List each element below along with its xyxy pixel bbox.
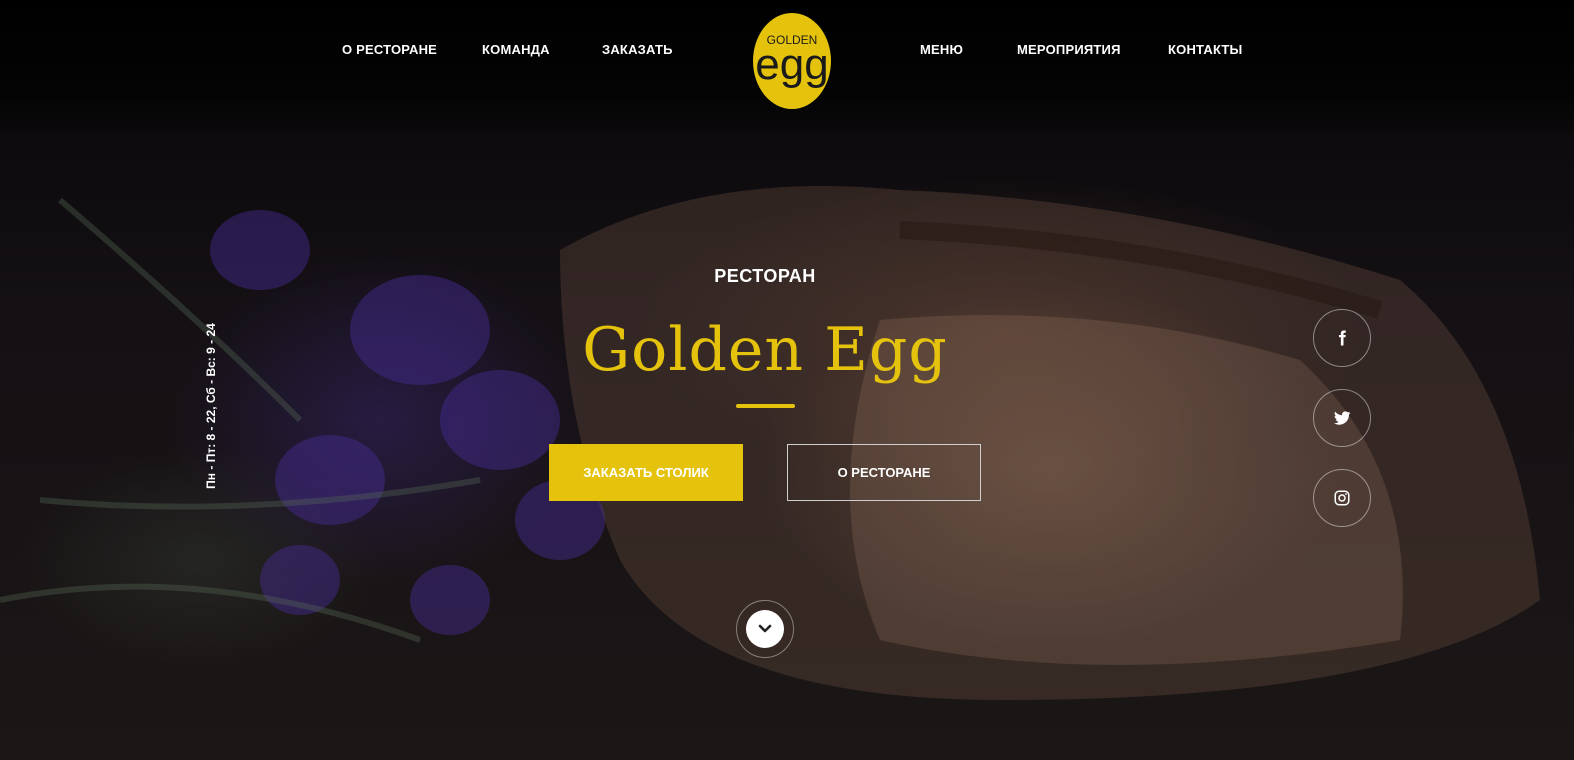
nav-link-order[interactable]: ЗАКАЗАТЬ [602, 42, 673, 57]
logo-big-text: egg [755, 40, 828, 89]
twitter-link[interactable] [1313, 389, 1371, 447]
facebook-link[interactable] [1313, 309, 1371, 367]
about-restaurant-button[interactable]: О РЕСТОРАНЕ [787, 444, 981, 501]
title-underline [736, 404, 795, 408]
hero-subtitle: РЕСТОРАН [714, 266, 816, 286]
facebook-icon [1339, 330, 1346, 346]
nav-link-contacts[interactable]: КОНТАКТЫ [1168, 42, 1242, 57]
nav-link-events[interactable]: МЕРОПРИЯТИЯ [1017, 42, 1121, 57]
scroll-down-button[interactable] [736, 600, 794, 658]
scroll-down-circle [746, 610, 784, 648]
reserve-table-button[interactable]: ЗАКАЗАТЬ СТОЛИК [549, 444, 743, 501]
nav-link-about[interactable]: О РЕСТОРАНЕ [342, 42, 437, 57]
nav-link-menu[interactable]: МЕНЮ [920, 42, 963, 57]
twitter-icon [1333, 411, 1351, 425]
instagram-icon [1334, 490, 1350, 506]
nav-link-team[interactable]: КОМАНДА [482, 42, 550, 57]
golden-egg-logo[interactable]: GOLDEN egg [752, 11, 832, 109]
chevron-down-icon [758, 624, 772, 633]
instagram-link[interactable] [1313, 469, 1371, 527]
hero-title: Golden Egg [582, 315, 948, 385]
